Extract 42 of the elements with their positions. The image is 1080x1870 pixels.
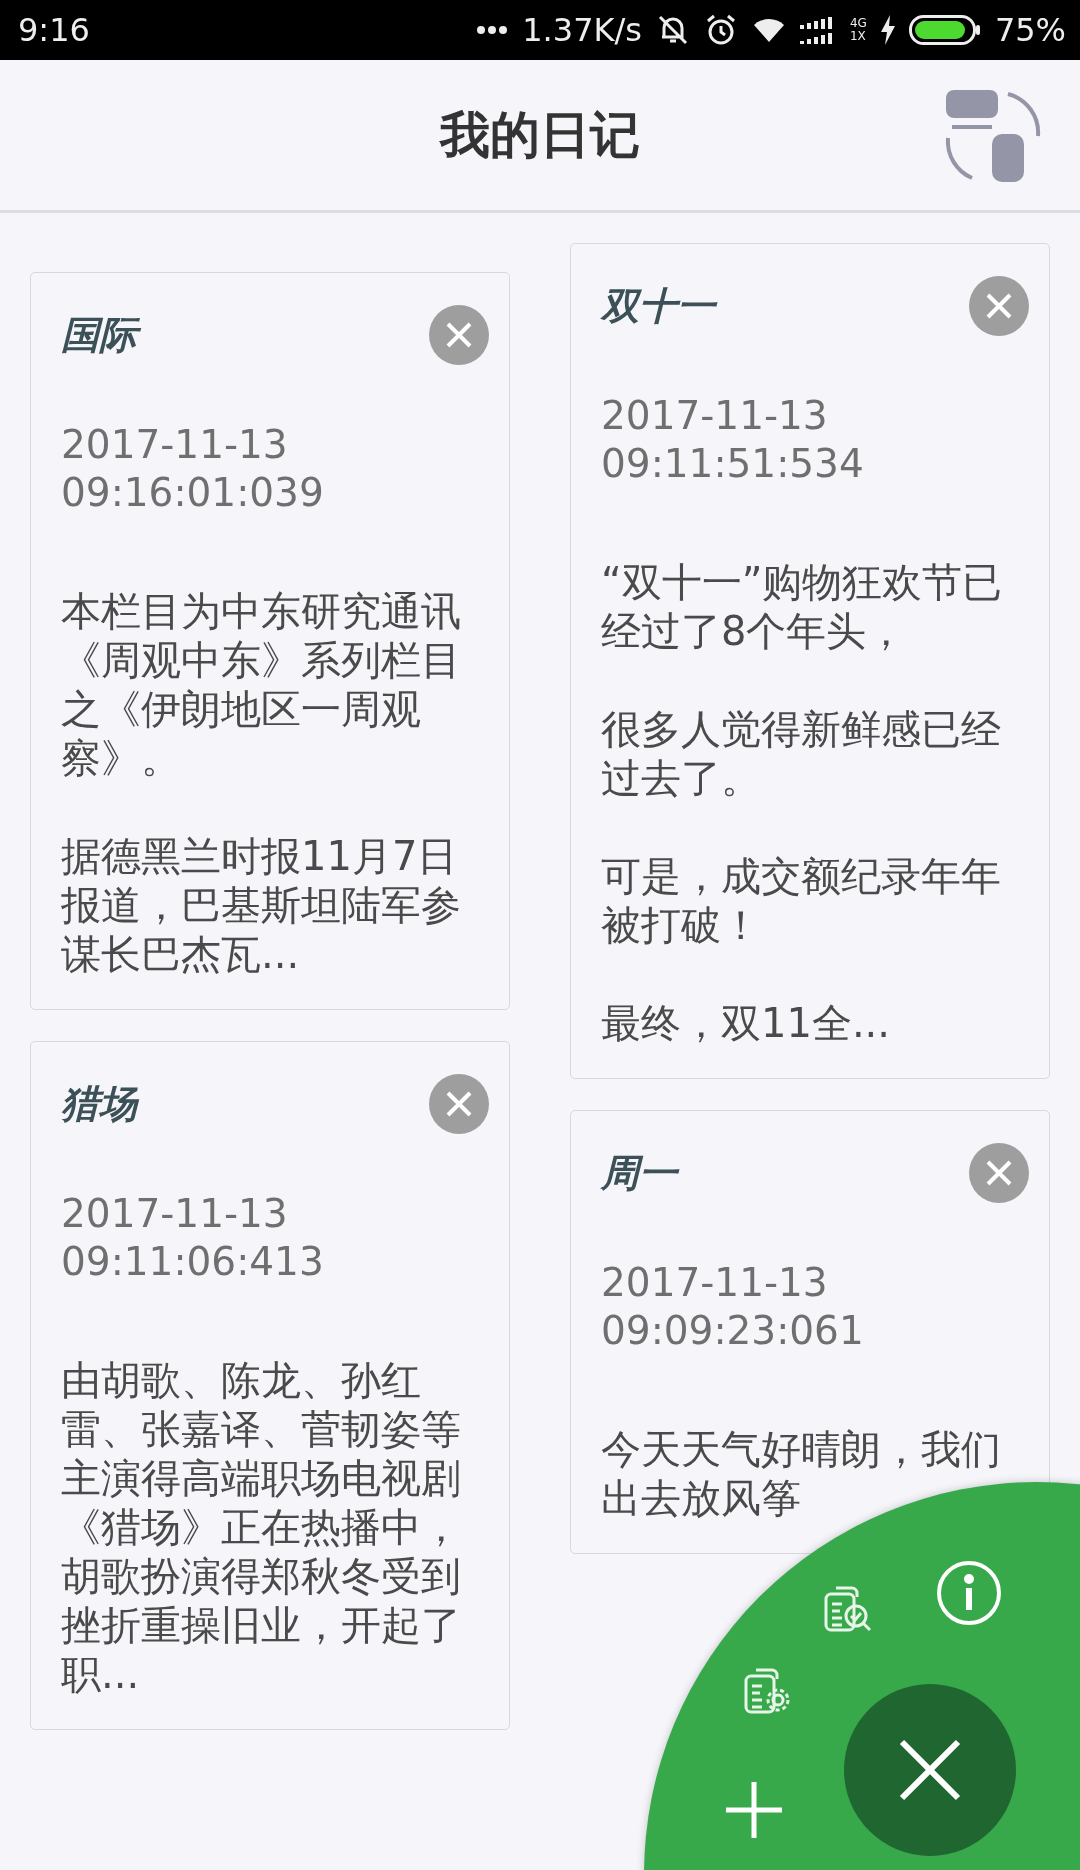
- note-text: “双十一”购物狂欢节已经过了8个年头，: [601, 558, 1004, 656]
- network-speed: 1.37K/s: [522, 11, 642, 49]
- note-date: 2017-11-13: [601, 392, 829, 440]
- battery-percent: 75%: [994, 11, 1066, 49]
- note-time: 09:09:23:061: [601, 1307, 865, 1355]
- wifi-icon: [751, 16, 786, 44]
- add-icon[interactable]: [726, 1782, 782, 1838]
- note-card[interactable]: 双十一 2017-11-13 09:11:51:534 “双十一”购物狂欢节已经过了8个年头， 很多人觉得新鲜感已经过去了。 可是，成交额纪录年年被打破！ 最终，双11全...: [570, 243, 1050, 1079]
- network-type: 1X: [849, 30, 867, 43]
- network-type: 4G: [849, 17, 867, 30]
- note-text: 今天天气好晴朗，我们出去放风筝: [601, 1425, 1002, 1523]
- battery-icon: [908, 15, 981, 45]
- charging-bolt-icon: [880, 15, 895, 45]
- note-title: 猎场: [61, 1080, 137, 1128]
- note-time: 09:16:01:039: [61, 469, 325, 517]
- note-card[interactable]: 国际 2017-11-13 09:16:01:039 本栏目为中东研究通讯《周观中东》系列栏目之《伊朗地区一周观察》。 据德黑兰时报11月7日报道，巴基斯坦陆军参谋长巴杰瓦...: [30, 272, 510, 1010]
- close-icon: [444, 1089, 474, 1119]
- info-icon[interactable]: [936, 1560, 1002, 1626]
- close-icon: [984, 1158, 1014, 1188]
- note-time: 09:11:51:534: [601, 440, 865, 488]
- note-text: 很多人觉得新鲜感已经过去了。: [601, 705, 1002, 803]
- delete-button[interactable]: [969, 1143, 1029, 1203]
- note-card[interactable]: 猎场 2017-11-13 09:11:06:413 由胡歌、陈龙、孙红雷、张嘉译、菅韧姿等主演得高端职场电视剧《猎场》正在热播中，胡歌扮演得郑秋冬受到挫折重操旧业，开起了职...: [30, 1041, 510, 1730]
- page-title: 我的日记: [440, 104, 640, 166]
- note-text: 由胡歌、陈龙、孙红雷、张嘉译、菅韧姿等主演得高端职场电视剧《猎场》正在热播中，胡歌扮演得郑秋冬受到挫折重操旧业，开起了职...: [61, 1356, 462, 1699]
- time: 9:16: [18, 11, 90, 49]
- note-text: 最终，双11全...: [601, 999, 892, 1048]
- more-dots-icon: [476, 25, 509, 35]
- delete-button[interactable]: [429, 1074, 489, 1134]
- note-date: 2017-11-13: [61, 421, 289, 469]
- close-icon: [984, 291, 1014, 321]
- note-date: 2017-11-13: [61, 1190, 289, 1238]
- delete-button[interactable]: [429, 305, 489, 365]
- note-time: 09:11:06:413: [61, 1238, 325, 1286]
- note-date: 2017-11-13: [601, 1259, 829, 1307]
- delete-button[interactable]: [969, 276, 1029, 336]
- close-icon: [444, 320, 474, 350]
- note-text: 据德黑兰时报11月7日报道，巴基斯坦陆军参谋长巴杰瓦...: [61, 832, 462, 979]
- note-text: 可是，成交额纪录年年被打破！: [601, 852, 1002, 950]
- note-card[interactable]: 周一 2017-11-13 09:09:23:061 今天天气好晴朗，我们出去放风筝: [570, 1110, 1050, 1554]
- close-icon: [898, 1738, 962, 1802]
- note-text: 本栏目为中东研究通讯《周观中东》系列栏目之《伊朗地区一周观察》。: [61, 587, 462, 783]
